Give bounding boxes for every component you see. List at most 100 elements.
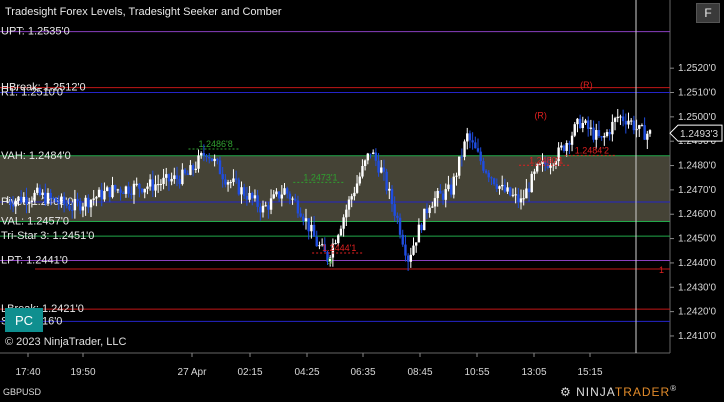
candle-body <box>138 183 141 189</box>
candle-body <box>460 156 464 158</box>
candle-body <box>605 132 609 136</box>
y-tick-label: 1.2440'0 <box>678 258 716 269</box>
candle-body <box>87 197 90 208</box>
candle-body <box>487 172 490 178</box>
candle-body <box>517 194 520 203</box>
candle-body <box>27 202 31 204</box>
candle-body <box>584 120 587 124</box>
signal-label: 9 <box>328 257 333 267</box>
candle-body <box>299 213 302 217</box>
candle-body <box>353 192 356 197</box>
candle-body <box>525 188 528 199</box>
current-price-tag: 1.2493'3 <box>669 124 723 142</box>
candle-body <box>143 188 146 193</box>
candle-body <box>237 179 241 195</box>
x-tick-label: 06:35 <box>350 367 375 378</box>
candle-body <box>562 145 566 151</box>
candle-body <box>240 187 243 195</box>
candle-body <box>186 173 189 175</box>
candle-body <box>221 174 224 180</box>
x-tick-label: 15:15 <box>577 367 602 378</box>
candle-body <box>288 193 292 200</box>
candle-body <box>62 196 66 205</box>
candle-body <box>130 193 133 195</box>
candle-body <box>89 199 93 208</box>
candle-body <box>390 188 394 205</box>
candle-body <box>229 182 232 184</box>
candle-body <box>347 199 351 210</box>
candle-body <box>565 142 568 151</box>
candle-body <box>519 198 523 203</box>
brand-mark: ® <box>670 384 678 393</box>
candle-body <box>259 206 262 213</box>
candle-body <box>455 175 458 177</box>
fullscreen-button[interactable]: F <box>696 3 720 23</box>
candle-body <box>210 158 214 162</box>
candle-body <box>578 118 582 129</box>
candle-body <box>296 200 300 214</box>
candle-body <box>441 193 445 200</box>
pc-button[interactable]: PC <box>5 308 43 332</box>
candle-body <box>498 186 501 189</box>
dashed-red-marker: 1 <box>659 265 664 275</box>
candle-body <box>643 125 646 140</box>
price-tag-text: 1.2493'3 <box>680 129 718 140</box>
candle-body <box>224 179 227 185</box>
candle-body <box>474 142 477 149</box>
candle-body <box>36 187 39 193</box>
candle-body <box>294 198 297 201</box>
candle-body <box>597 130 601 137</box>
signal-label: 1.2473'1 <box>303 172 337 182</box>
candle-body <box>388 188 391 191</box>
candle-body <box>310 224 313 232</box>
candle-body <box>148 179 152 187</box>
candle-body <box>41 192 44 196</box>
candle-body <box>449 184 453 195</box>
candle-body <box>350 196 353 200</box>
candle-body <box>570 135 574 145</box>
candle-body <box>640 125 644 127</box>
candle-body <box>369 153 372 155</box>
candle-body <box>374 152 378 161</box>
candle-body <box>619 116 622 118</box>
candle-body <box>105 187 109 191</box>
candle-body <box>283 188 286 195</box>
y-tick-label: 1.2410'0 <box>678 331 716 342</box>
candle-body <box>122 192 125 194</box>
candle-body <box>503 184 507 192</box>
candle-body <box>506 187 509 192</box>
candle-body <box>52 197 55 199</box>
candle-body <box>396 215 399 218</box>
candle-body <box>245 195 249 200</box>
candle-body <box>165 174 168 178</box>
x-tick-label: 13:05 <box>521 367 546 378</box>
signal-label: (R) <box>534 111 547 121</box>
candle-body <box>627 120 630 125</box>
candle-body <box>199 153 203 156</box>
candle-body <box>471 140 474 143</box>
candle-body <box>261 205 265 213</box>
candle-body <box>11 204 15 207</box>
candle-body <box>277 191 281 199</box>
candle-body <box>380 167 383 173</box>
candle-body <box>492 178 496 185</box>
candle-body <box>119 189 122 193</box>
candle-body <box>269 198 273 210</box>
candle-body <box>218 160 222 175</box>
candle-body <box>404 244 407 256</box>
candle-body <box>573 124 576 136</box>
candle-body <box>366 153 370 161</box>
candle-body <box>191 165 195 170</box>
x-tick-label: 17:40 <box>15 367 40 378</box>
level-label: R1: 1.2510'0 <box>1 87 63 99</box>
candle-body <box>151 179 155 191</box>
candle-body <box>44 192 47 204</box>
signal-label: 1.2480'1 <box>529 155 563 165</box>
candle-body <box>22 196 26 203</box>
level-label: LPT: 1.2441'0 <box>1 254 68 266</box>
candle-body <box>70 209 74 211</box>
candle-body <box>603 135 606 138</box>
candle-body <box>420 224 423 231</box>
candle-body <box>14 200 17 207</box>
candle-body <box>385 171 388 191</box>
